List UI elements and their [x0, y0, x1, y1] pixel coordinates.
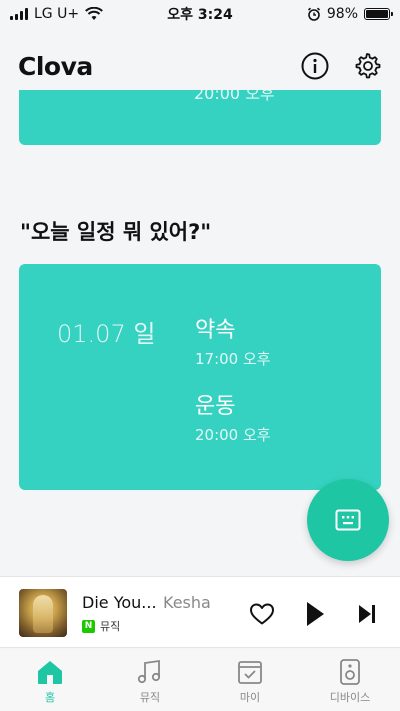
mini-player[interactable]: Die You... Kesha N 뮤직: [0, 576, 400, 648]
skip-next-icon: [359, 605, 375, 623]
battery-percent: 98%: [326, 6, 358, 22]
app-header: Clova: [18, 46, 382, 86]
info-icon: [301, 52, 329, 80]
battery-fill: [366, 10, 388, 18]
status-right: 98%: [307, 6, 393, 22]
play-icon: [307, 602, 324, 626]
status-left: LG U+: [10, 6, 103, 22]
signal-icon: [10, 8, 28, 20]
gear-icon: [355, 53, 381, 79]
alarm-icon: [307, 7, 320, 21]
music-source: N 뮤직: [82, 618, 120, 634]
settings-button[interactable]: [352, 51, 382, 81]
calendar-check-icon: [238, 661, 262, 684]
tab-my[interactable]: 마이: [200, 649, 300, 711]
naver-music-badge: N: [82, 619, 95, 633]
event-time: 20:00 오후: [195, 426, 271, 444]
skip-next-button[interactable]: [352, 599, 382, 629]
speaker-icon: [340, 659, 360, 685]
header-actions: [300, 51, 382, 81]
tab-label: 디바이스: [329, 691, 371, 704]
schedule-event: 운동 20:00 오후: [195, 388, 271, 445]
bottom-tab-bar: 홈 뮤직 마이 디바이스: [0, 649, 400, 711]
home-icon: [38, 661, 62, 684]
music-source-label: 뮤직: [100, 620, 121, 633]
status-bar: LG U+ 오후 3:24 98%: [0, 0, 400, 28]
info-button[interactable]: [300, 51, 330, 81]
previous-schedule-card: 20:00 오후: [19, 90, 381, 145]
like-button[interactable]: [247, 599, 277, 629]
album-art[interactable]: [19, 589, 67, 637]
wifi-icon: [85, 7, 103, 20]
track-artist: Kesha: [163, 593, 211, 612]
carrier-label: LG U+: [34, 6, 80, 22]
tab-home[interactable]: 홈: [0, 649, 100, 711]
voice-query-text: "오늘 일정 뭐 있어?": [20, 220, 212, 244]
tab-device[interactable]: 디바이스: [300, 649, 400, 711]
tab-label: 마이: [239, 691, 261, 704]
battery-icon: [364, 8, 393, 20]
tab-label: 홈: [44, 691, 56, 704]
app-title: Clova: [18, 51, 93, 81]
music-note-icon: [137, 659, 161, 684]
event-title: 운동: [195, 394, 236, 419]
schedule-date: 01.07 일: [57, 320, 156, 348]
tab-label: 뮤직: [139, 691, 161, 704]
schedule-card[interactable]: 01.07 일 약속 17:00 오후 운동 20:00 오후: [19, 264, 381, 490]
tab-music[interactable]: 뮤직: [100, 649, 200, 711]
keyboard-input-button[interactable]: [307, 479, 389, 561]
play-button[interactable]: [300, 599, 330, 629]
keyboard-icon: [335, 509, 361, 531]
event-title: 약속: [195, 318, 236, 343]
schedule-event: 약속 17:00 오후: [195, 312, 271, 369]
heart-icon: [250, 603, 274, 625]
event-time: 17:00 오후: [195, 350, 271, 368]
previous-card-peek-text: 20:00 오후: [194, 90, 275, 103]
track-title: Die You...: [82, 593, 157, 612]
